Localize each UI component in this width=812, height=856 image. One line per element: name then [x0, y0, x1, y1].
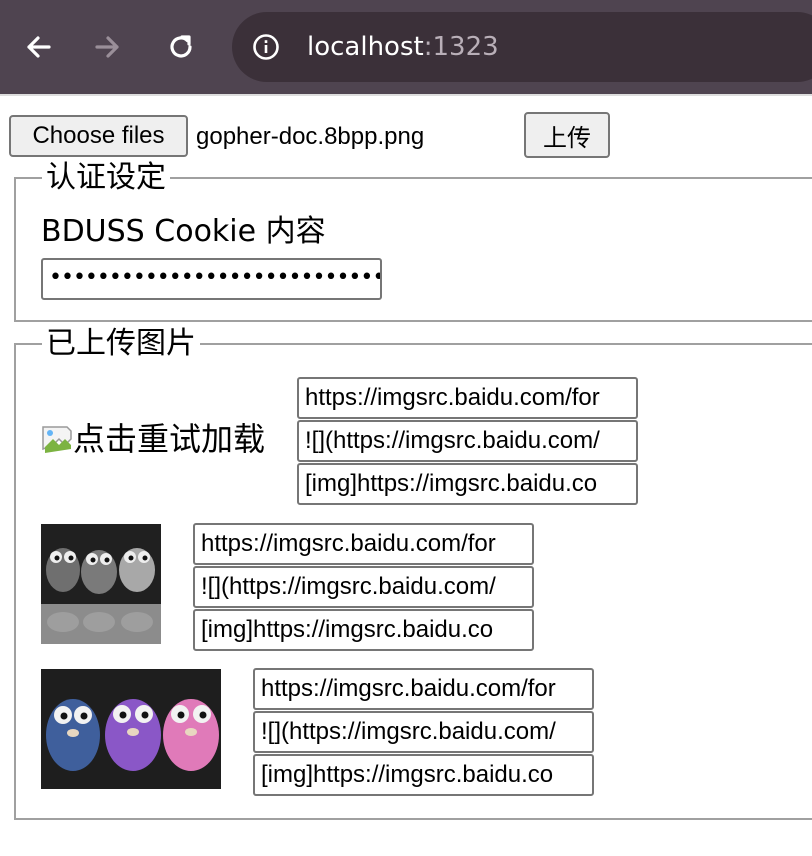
uploaded-image-thumbnail[interactable] — [41, 524, 161, 644]
gopher-grayscale-image — [41, 524, 161, 644]
selected-file-name: gopher-doc.8bpp.png — [196, 123, 425, 150]
address-bar[interactable]: localhost:1323 — [232, 12, 812, 82]
back-arrow-icon — [27, 36, 51, 58]
auth-settings-legend: 认证设定 — [46, 160, 166, 195]
broken-image[interactable]: 点击重试加载 — [41, 419, 265, 459]
uploaded-image-thumbnail[interactable] — [41, 669, 221, 789]
forward-button[interactable] — [88, 24, 128, 70]
url-textbox[interactable]: https://imgsrc.baidu.com/for — [253, 668, 594, 710]
back-button[interactable] — [18, 24, 58, 70]
markdown-textbox[interactable]: ![](https://imgsrc.baidu.com/ — [297, 420, 638, 462]
markdown-textbox[interactable]: ![](https://imgsrc.baidu.com/ — [253, 711, 594, 753]
site-info-icon[interactable] — [252, 33, 280, 61]
bbcode-textbox[interactable]: [img]https://imgsrc.baidu.co — [253, 754, 594, 796]
choose-files-button[interactable]: Choose files — [9, 115, 188, 157]
url-text: localhost:1323 — [307, 30, 499, 64]
bbcode-textbox[interactable]: [img]https://imgsrc.baidu.co — [297, 463, 638, 505]
bduss-cookie-label: BDUSS Cookie 内容 — [41, 214, 326, 249]
reload-button[interactable] — [161, 24, 201, 70]
url-textbox[interactable]: https://imgsrc.baidu.com/for — [297, 377, 638, 419]
broken-image-icon — [42, 426, 72, 453]
page-content: Choose files gopher-doc.8bpp.png 上传 认证设定… — [0, 96, 812, 856]
upload-button[interactable]: 上传 — [524, 112, 610, 158]
browser-toolbar: localhost:1323 — [0, 0, 812, 94]
reload-icon — [170, 35, 192, 58]
broken-image-alt-text: 点击重试加载 — [73, 420, 266, 458]
forward-arrow-icon — [95, 36, 119, 58]
bbcode-textbox[interactable]: [img]https://imgsrc.baidu.co — [193, 609, 534, 651]
uploaded-images-legend: 已上传图片 — [46, 326, 196, 361]
url-textbox[interactable]: https://imgsrc.baidu.com/for — [193, 523, 534, 565]
url-host: localhost — [307, 32, 424, 62]
gopher-color-image — [41, 669, 221, 789]
markdown-textbox[interactable]: ![](https://imgsrc.baidu.com/ — [193, 566, 534, 608]
bduss-cookie-input[interactable]: •••••••••••••••••••••••••••••••••• — [41, 258, 382, 300]
url-port: :1323 — [423, 32, 499, 62]
